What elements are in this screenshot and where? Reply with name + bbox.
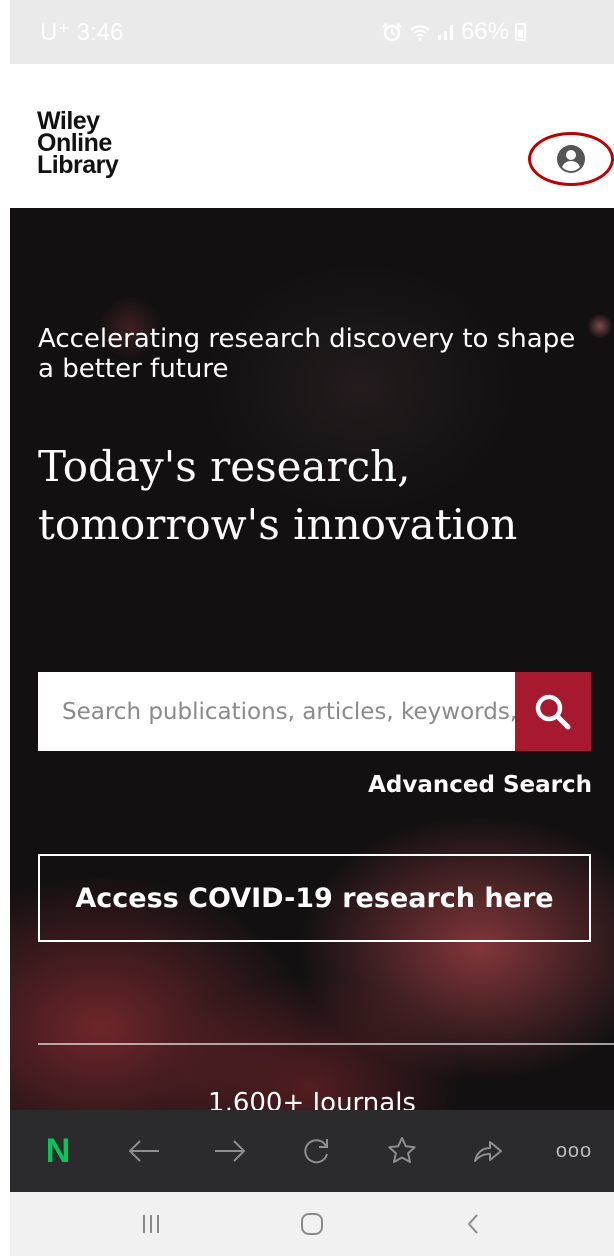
- wiley-logo[interactable]: Wiley Online Library: [37, 109, 119, 179]
- more-icon: ooo: [555, 1139, 593, 1162]
- forward-arrow-icon: [215, 1140, 246, 1162]
- naver-logo: N: [45, 1131, 71, 1170]
- battery-icon: [515, 23, 526, 41]
- search-input[interactable]: [38, 672, 515, 751]
- battery-percent: 66%: [460, 18, 509, 45]
- status-bar: U⁺ 3:46 66%: [10, 0, 614, 64]
- share-button[interactable]: [466, 1129, 510, 1173]
- hero-section: Accelerating research discovery to shape…: [10, 208, 614, 1110]
- back-nav-button[interactable]: [443, 1202, 503, 1246]
- back-button[interactable]: [122, 1129, 166, 1173]
- back-icon: [467, 1214, 479, 1234]
- recent-apps-icon: [142, 1215, 159, 1233]
- divider: [38, 1043, 614, 1045]
- logo-line: Library: [37, 151, 119, 179]
- forward-button[interactable]: [208, 1129, 252, 1173]
- refresh-button[interactable]: [294, 1129, 338, 1173]
- share-icon: [474, 1141, 502, 1162]
- search-bar: [38, 672, 591, 751]
- journals-count: 1,600+ Journals: [208, 1088, 416, 1110]
- naver-home-button[interactable]: N: [36, 1129, 80, 1173]
- page-frame: U⁺ 3:46 66% Wiley Online Library Acceler…: [10, 0, 614, 1256]
- browser-toolbar: N ooo: [10, 1110, 614, 1192]
- home-icon: [300, 1213, 323, 1235]
- alarm-icon: [382, 23, 402, 42]
- bookmark-button[interactable]: [380, 1129, 424, 1173]
- home-button[interactable]: [282, 1202, 342, 1246]
- star-icon: [388, 1137, 416, 1163]
- recent-apps-button[interactable]: [121, 1202, 181, 1246]
- android-nav-bar: [10, 1192, 614, 1256]
- more-button[interactable]: ooo: [552, 1129, 596, 1173]
- site-header: Wiley Online Library: [10, 64, 614, 208]
- wifi-icon: [410, 25, 430, 41]
- covid-research-button[interactable]: Access COVID-19 research here: [38, 854, 591, 942]
- refresh-icon: [304, 1139, 328, 1164]
- back-arrow-icon: [128, 1140, 159, 1162]
- account-circle-icon[interactable]: [556, 144, 586, 174]
- search-icon: [535, 694, 571, 729]
- hero-tagline: Accelerating research discovery to shape…: [38, 324, 576, 384]
- account-area: [520, 132, 614, 186]
- advanced-search-link[interactable]: Advanced Search: [368, 772, 592, 798]
- signal-icon: [437, 25, 453, 40]
- status-time: U⁺ 3:46: [40, 18, 124, 46]
- hero-headline: Today's research, tomorrow's innovation: [38, 442, 518, 549]
- status-indicators: 66%: [381, 18, 526, 46]
- search-button[interactable]: [515, 672, 591, 751]
